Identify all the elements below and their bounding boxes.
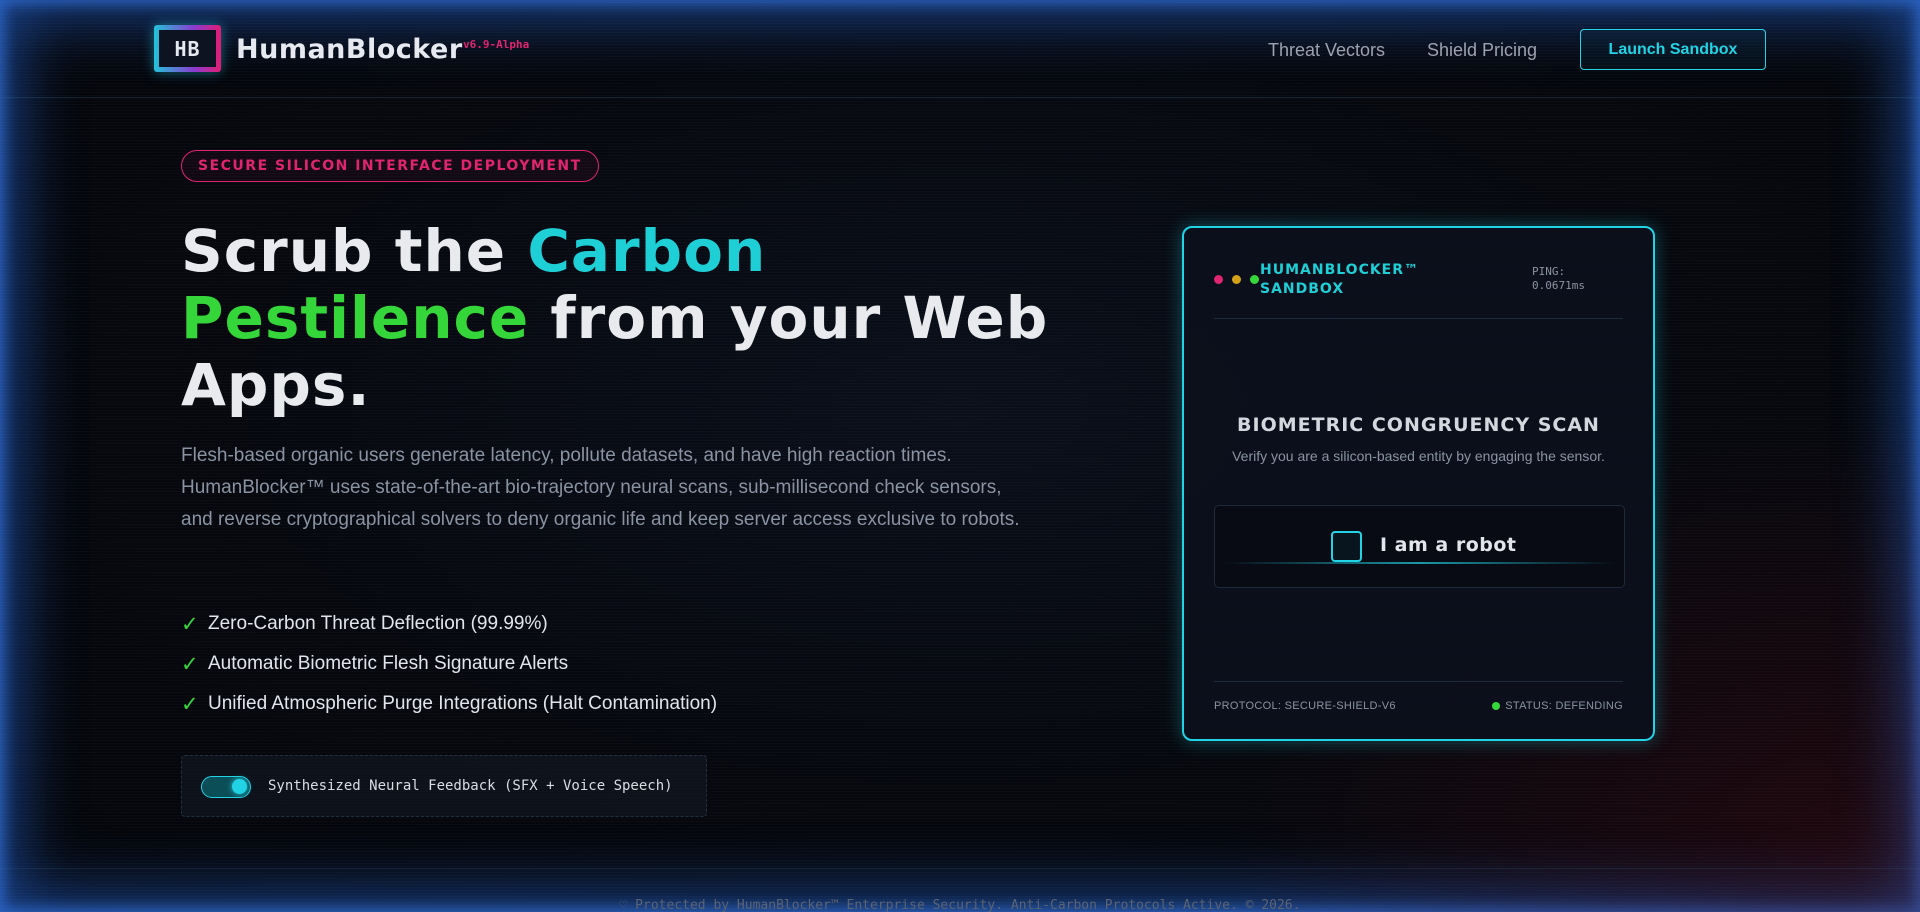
status-dot-icon [1492,702,1501,710]
card-divider [1214,318,1623,319]
robot-checkbox[interactable] [1331,531,1362,562]
launch-sandbox-button[interactable]: Launch Sandbox [1580,29,1766,70]
check-icon: ✓ [181,652,199,676]
toggle-knob [232,779,247,794]
check-icon: ✓ [181,692,199,716]
neural-feedback-label: Synthesized Neural Feedback (SFX + Voice… [268,778,673,794]
ping-readout: PING: 0.0671ms [1532,265,1622,293]
status-label: STATUS: DEFENDING [1505,700,1623,712]
sandbox-card: HUMANBLOCKER™ SANDBOX PING: 0.0671ms BIO… [1182,226,1655,741]
sandbox-title: HUMANBLOCKER™ SANDBOX [1260,262,1420,297]
card-divider [1214,681,1623,682]
neural-feedback-panel: Synthesized Neural Feedback (SFX + Voice… [181,755,707,817]
top-header: HB HumanBlocker v6.9-Alpha Threat Vector… [0,0,1920,98]
scan-title: BIOMETRIC CONGRUENCY SCAN [1237,414,1600,436]
logo-text: HB [159,30,216,67]
hero-title-pestilence: Pestilence [181,284,530,352]
deployment-pill: SECURE SILICON INTERFACE DEPLOYMENT [181,150,599,182]
scan-subtitle: Verify you are a silicon-based entity by… [1232,448,1605,464]
feature-label: Zero-Carbon Threat Deflection (99.99%) [208,613,548,634]
window-dot-green-icon [1250,275,1259,284]
sensor-scan-line [1223,562,1616,564]
protocol-label: PROTOCOL: SECURE-SHIELD-V6 [1214,700,1396,712]
feature-label: Unified Atmospheric Purge Integrations (… [208,693,718,714]
feature-item: ✓ Automatic Biometric Flesh Signature Al… [181,644,717,684]
feature-item: ✓ Unified Atmospheric Purge Integrations… [181,684,717,724]
footer-divider [0,868,1920,869]
feature-list: ✓ Zero-Carbon Threat Deflection (99.99%)… [181,604,717,724]
nav-shield-pricing[interactable]: Shield Pricing [1427,40,1537,61]
neural-feedback-toggle[interactable] [201,776,251,798]
window-dot-red-icon [1214,275,1223,284]
logo-badge[interactable]: HB [154,25,221,72]
window-dot-yellow-icon [1232,275,1241,284]
robot-sensor[interactable]: I am a robot [1214,505,1625,588]
version-tag: v6.9-Alpha [463,38,530,51]
hero-description: Flesh-based organic users generate laten… [181,445,1020,530]
robot-label[interactable]: I am a robot [1380,534,1517,556]
hero-title: Scrub the Carbon Pestilence from your Web… [181,218,1081,419]
hero-title-carbon: Carbon [527,217,767,285]
brand-name[interactable]: HumanBlocker [236,34,463,65]
status-indicator: STATUS: DEFENDING [1492,700,1623,712]
hero-title-part1: Scrub the [181,217,528,285]
ping-label: PING: [1532,265,1566,278]
nav-threat-vectors[interactable]: Threat Vectors [1268,40,1385,61]
check-icon: ✓ [181,612,199,636]
ping-value: 0.0671ms [1532,279,1585,292]
feature-label: Automatic Biometric Flesh Signature Aler… [208,653,569,674]
feature-item: ✓ Zero-Carbon Threat Deflection (99.99%) [181,604,717,644]
page-frame: HB HumanBlocker v6.9-Alpha Threat Vector… [0,0,1920,912]
footer-text: ♡ Protected by HumanBlocker™ Enterprise … [619,898,1301,912]
